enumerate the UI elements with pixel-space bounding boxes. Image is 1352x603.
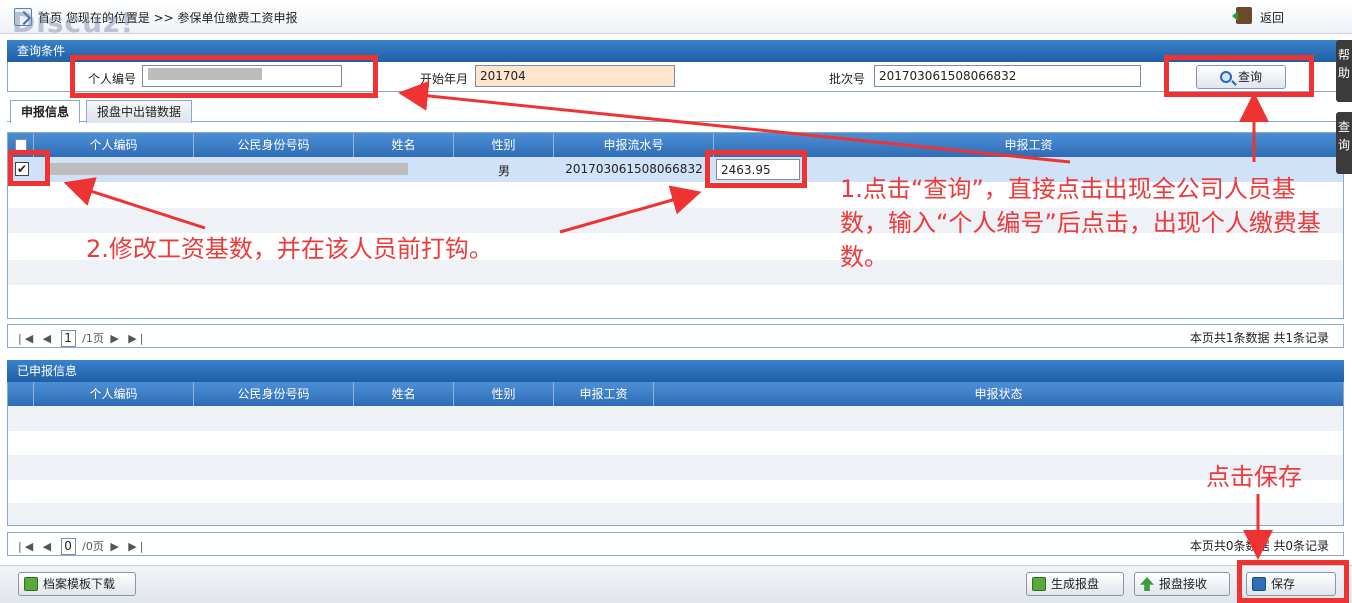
annotation-step1: 1.点击“查询”，直接点击出现全公司人员基数，输入“个人编号”后点击，出现个人缴…: [840, 175, 1321, 271]
annotation-step2: 2.修改工资基数，并在该人员前打钩。: [86, 235, 493, 263]
arrow-to-wage-input: [559, 185, 702, 234]
annotation-step3: 点击保存: [1206, 463, 1302, 491]
arrow-to-checkbox: [63, 177, 206, 230]
arrow-to-emp-no: [398, 80, 1071, 164]
annotation-arrows: [63, 80, 1273, 560]
